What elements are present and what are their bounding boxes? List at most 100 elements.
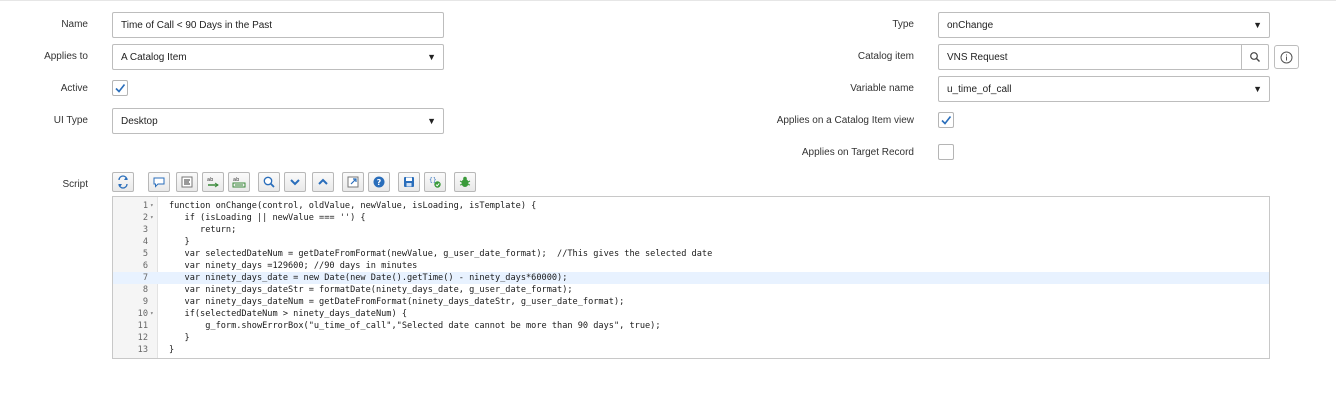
comment-icon xyxy=(153,177,165,188)
code-line: 8 var ninety_days_dateStr = formatDate(n… xyxy=(113,284,1269,296)
code-line: 4 } xyxy=(113,236,1269,248)
type-select[interactable]: onChange ▼ xyxy=(938,12,1270,38)
toggle-syntax-button[interactable] xyxy=(112,172,134,192)
variable-name-value: u_time_of_call xyxy=(947,83,1012,95)
save-script-button[interactable] xyxy=(398,172,420,192)
applies-to-value: A Catalog Item xyxy=(121,51,187,63)
code-text: } xyxy=(169,345,175,355)
check-icon xyxy=(941,116,952,125)
code-text: if(selectedDateNum > ninety_days_dateNum… xyxy=(169,309,407,319)
check-syntax-button[interactable]: {} xyxy=(424,172,446,192)
check-icon xyxy=(115,84,126,93)
line-number: 7 xyxy=(142,273,148,283)
code-text: return; xyxy=(169,225,237,235)
search-up-button[interactable] xyxy=(312,172,334,192)
replace-icon: ab xyxy=(207,177,219,188)
debug-button[interactable] xyxy=(454,172,476,192)
active-label: Active xyxy=(60,83,88,94)
fullscreen-button[interactable] xyxy=(342,172,364,192)
svg-text:ab: ab xyxy=(233,177,239,183)
catalog-item-input[interactable]: VNS Request xyxy=(938,44,1242,70)
replace-button[interactable]: ab xyxy=(202,172,224,192)
code-text: function onChange(control, oldValue, new… xyxy=(169,201,537,211)
applies-catalog-view-label: Applies on a Catalog Item view xyxy=(776,115,914,126)
svg-text:?: ? xyxy=(377,178,382,187)
applies-to-label: Applies to xyxy=(44,51,88,62)
code-line: 7 var ninety_days_date = new Date(new Da… xyxy=(113,272,1269,284)
check-syntax-icon: {} xyxy=(429,177,441,188)
code-line: 3 return; xyxy=(113,224,1269,236)
applies-target-record-checkbox[interactable] xyxy=(938,144,954,160)
line-number: 3 xyxy=(142,225,148,235)
code-line: 6 var ninety_days =129600; //90 days in … xyxy=(113,260,1269,272)
debug-icon xyxy=(459,176,471,187)
name-input[interactable]: Time of Call < 90 Days in the Past xyxy=(112,12,444,38)
name-label: Name xyxy=(61,19,88,30)
code-line: 9 var ninety_days_dateNum = getDateFromF… xyxy=(113,296,1269,308)
fullscreen-icon xyxy=(347,176,359,188)
line-number: 5 xyxy=(142,249,148,259)
line-number: 8 xyxy=(142,285,148,295)
comment-button[interactable] xyxy=(148,172,170,192)
code-text: if (isLoading || newValue === '') { xyxy=(169,213,366,223)
chevron-down-icon: ▼ xyxy=(1253,84,1262,94)
code-text: } xyxy=(169,333,190,343)
search-down-button[interactable] xyxy=(284,172,306,192)
search-button[interactable] xyxy=(258,172,280,192)
code-text: var ninety_days_dateStr = formatDate(nin… xyxy=(169,285,573,295)
code-line: 13} xyxy=(113,344,1269,356)
script-editor[interactable]: 1 ▾ function onChange(control, oldValue, n… xyxy=(112,196,1270,359)
line-number: 10 xyxy=(137,309,148,319)
info-icon xyxy=(1280,51,1293,63)
line-number: 2 xyxy=(142,213,148,223)
line-number: 13 xyxy=(137,345,148,355)
ui-type-select[interactable]: Desktop ▼ xyxy=(112,108,444,134)
search-up-icon xyxy=(318,178,328,185)
format-icon xyxy=(181,176,193,188)
variable-name-select[interactable]: u_time_of_call ▼ xyxy=(938,76,1270,102)
variable-name-label: Variable name xyxy=(850,83,914,94)
search-down-icon xyxy=(290,179,300,186)
format-button[interactable] xyxy=(176,172,198,192)
line-number: 11 xyxy=(137,321,148,331)
code-line: 10 ▾ if(selectedDateNum > ninety_days_dat… xyxy=(113,308,1269,320)
code-text: var ninety_days_date = new Date(new Date… xyxy=(169,273,568,283)
catalog-item-label: Catalog item xyxy=(857,51,914,62)
line-number: 12 xyxy=(137,333,148,343)
replace-all-button[interactable]: ab xyxy=(228,172,250,192)
fold-toggle-icon[interactable]: ▾ xyxy=(150,308,154,320)
help-icon: ? xyxy=(373,176,385,188)
code-line: 12 } xyxy=(113,332,1269,344)
help-button[interactable]: ? xyxy=(368,172,390,192)
code-text: var selectedDateNum = getDateFromFormat(… xyxy=(169,249,713,259)
code-line: 11 g_form.showErrorBox("u_time_of_call",… xyxy=(113,320,1269,332)
line-number: 4 xyxy=(142,237,148,247)
code-text: } xyxy=(169,237,190,247)
line-number: 1 xyxy=(142,201,148,211)
catalog-item-lookup-button[interactable] xyxy=(1241,44,1269,70)
line-number: 9 xyxy=(142,297,148,307)
script-label: Script xyxy=(62,179,88,190)
chevron-down-icon: ▼ xyxy=(427,116,436,126)
code-text: var ninety_days_dateNum = getDateFromFor… xyxy=(169,297,625,307)
code-line: 2 ▾ if (isLoading || newValue === '') { xyxy=(113,212,1269,224)
code-text: var ninety_days =129600; //90 days in mi… xyxy=(169,261,418,271)
active-checkbox[interactable] xyxy=(112,80,128,96)
catalog-item-info-button[interactable] xyxy=(1274,45,1299,69)
ui-type-value: Desktop xyxy=(121,115,158,127)
chevron-down-icon: ▼ xyxy=(1253,20,1262,30)
applies-target-record-label: Applies on Target Record xyxy=(801,147,914,158)
fold-toggle-icon[interactable]: ▾ xyxy=(150,212,154,224)
search-icon xyxy=(1250,52,1260,62)
code-line: 5 var selectedDateNum = getDateFromForma… xyxy=(113,248,1269,260)
replace-all-icon: ab xyxy=(232,177,246,188)
toggle-syntax-icon xyxy=(118,175,128,189)
chevron-down-icon: ▼ xyxy=(427,52,436,62)
fold-toggle-icon[interactable]: ▾ xyxy=(150,200,154,212)
code-line: 1 ▾ function onChange(control, oldValue, n… xyxy=(113,200,1269,212)
applies-catalog-view-checkbox[interactable] xyxy=(938,112,954,128)
top-divider xyxy=(0,0,1336,1)
applies-to-select[interactable]: A Catalog Item ▼ xyxy=(112,44,444,70)
type-value: onChange xyxy=(947,19,994,31)
save-icon xyxy=(404,177,414,187)
